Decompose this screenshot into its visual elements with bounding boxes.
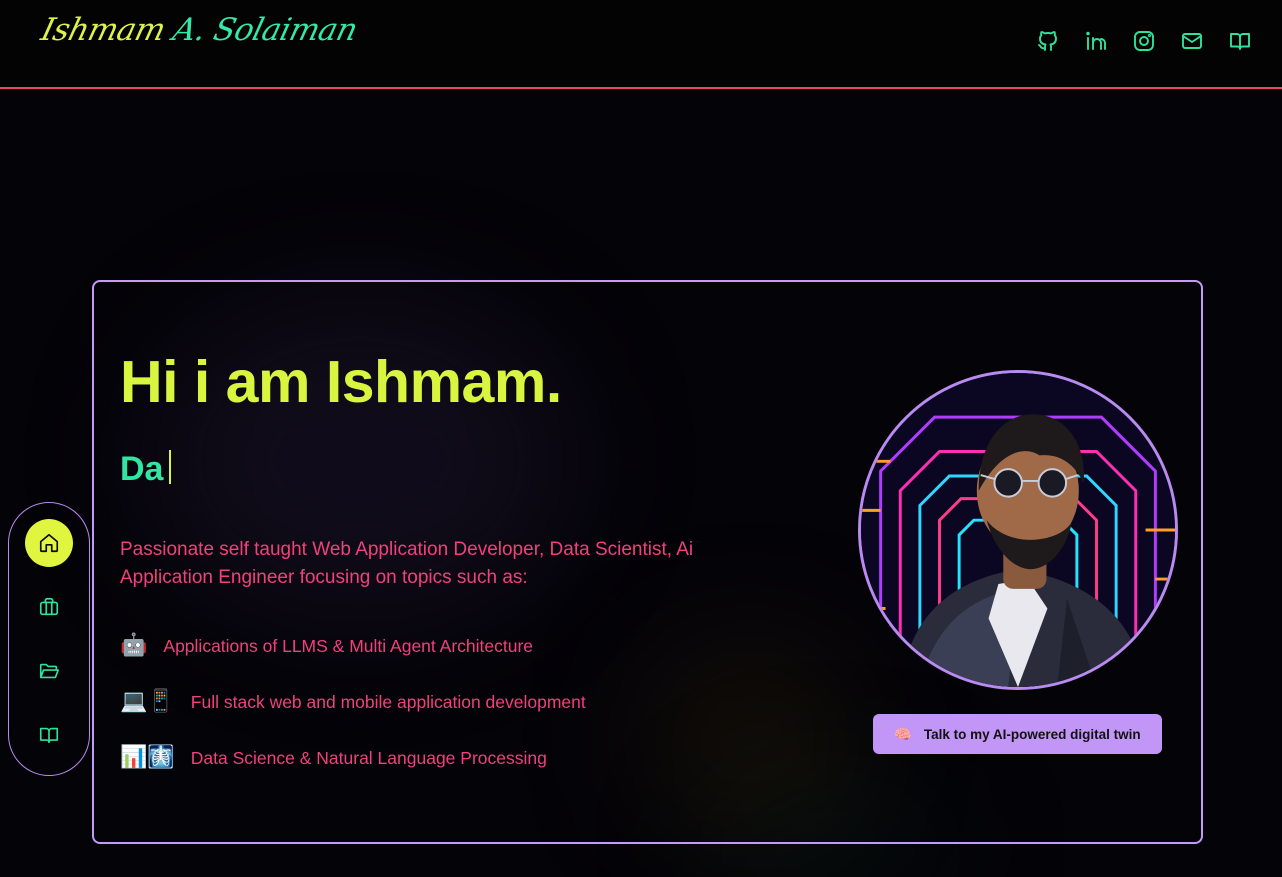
laptop-phone-icon: 💻📱 (120, 689, 175, 714)
instagram-link[interactable] (1132, 27, 1156, 55)
text-caret (169, 450, 172, 484)
site-header: Ishmam A. Solaiman (0, 0, 1282, 89)
mail-icon (1182, 33, 1202, 49)
logo-first-name: Ishmam (37, 12, 169, 48)
brain-icon: 🧠 (894, 725, 912, 742)
digital-twin-button[interactable]: 🧠 Talk to my AI-powered digital twin (873, 714, 1162, 754)
profile-portrait (861, 373, 1175, 687)
briefcase-icon (39, 597, 59, 616)
linkedin-link[interactable] (1084, 27, 1108, 55)
topic-label: Applications of LLMS & Multi Agent Archi… (163, 635, 534, 656)
robot-icon: 🤖 (120, 633, 148, 658)
digital-twin-label: Talk to my AI-powered digital twin (923, 726, 1141, 742)
signature-logo[interactable]: Ishmam A. Solaiman (34, 12, 361, 64)
profile-avatar (858, 370, 1178, 690)
book-open-icon (1230, 33, 1250, 50)
logo-last-name: A. Solaiman (169, 12, 361, 48)
nav-experience[interactable] (25, 583, 73, 631)
list-item: 🤖 Applications of LLMS & Multi Agent Arc… (120, 632, 586, 660)
list-item: 📊🩻 Data Science & Natural Language Proce… (120, 744, 586, 772)
topic-label: Data Science & Natural Language Processi… (190, 747, 547, 768)
nav-blog[interactable] (25, 711, 73, 759)
list-item: 💻📱 Full stack web and mobile application… (120, 688, 586, 716)
nav-home[interactable] (25, 519, 73, 567)
blog-link[interactable] (1228, 27, 1252, 55)
hero-card: Hi i am Ishmam. Da Passionate self taugh… (92, 280, 1203, 844)
typewriter-value: Da (120, 450, 164, 488)
folder-open-icon (39, 663, 59, 679)
topic-list: 🤖 Applications of LLMS & Multi Agent Arc… (120, 632, 586, 800)
book-open-icon (39, 727, 59, 744)
hero-greeting: Hi i am Ishmam. (120, 349, 562, 415)
github-link[interactable] (1036, 27, 1060, 55)
topic-label: Full stack web and mobile application de… (190, 691, 586, 712)
social-links (1036, 27, 1252, 55)
side-navigation (8, 502, 90, 776)
linkedin-icon (1086, 31, 1106, 50)
hero-intro: Passionate self taught Web Application D… (120, 539, 694, 588)
typewriter-text: Da (120, 450, 172, 489)
home-icon (39, 533, 59, 553)
chart-xray-icon: 📊🩻 (120, 745, 175, 770)
nav-projects[interactable] (25, 647, 73, 695)
mail-link[interactable] (1180, 27, 1204, 55)
github-icon (1038, 31, 1057, 51)
instagram-icon (1134, 31, 1154, 51)
